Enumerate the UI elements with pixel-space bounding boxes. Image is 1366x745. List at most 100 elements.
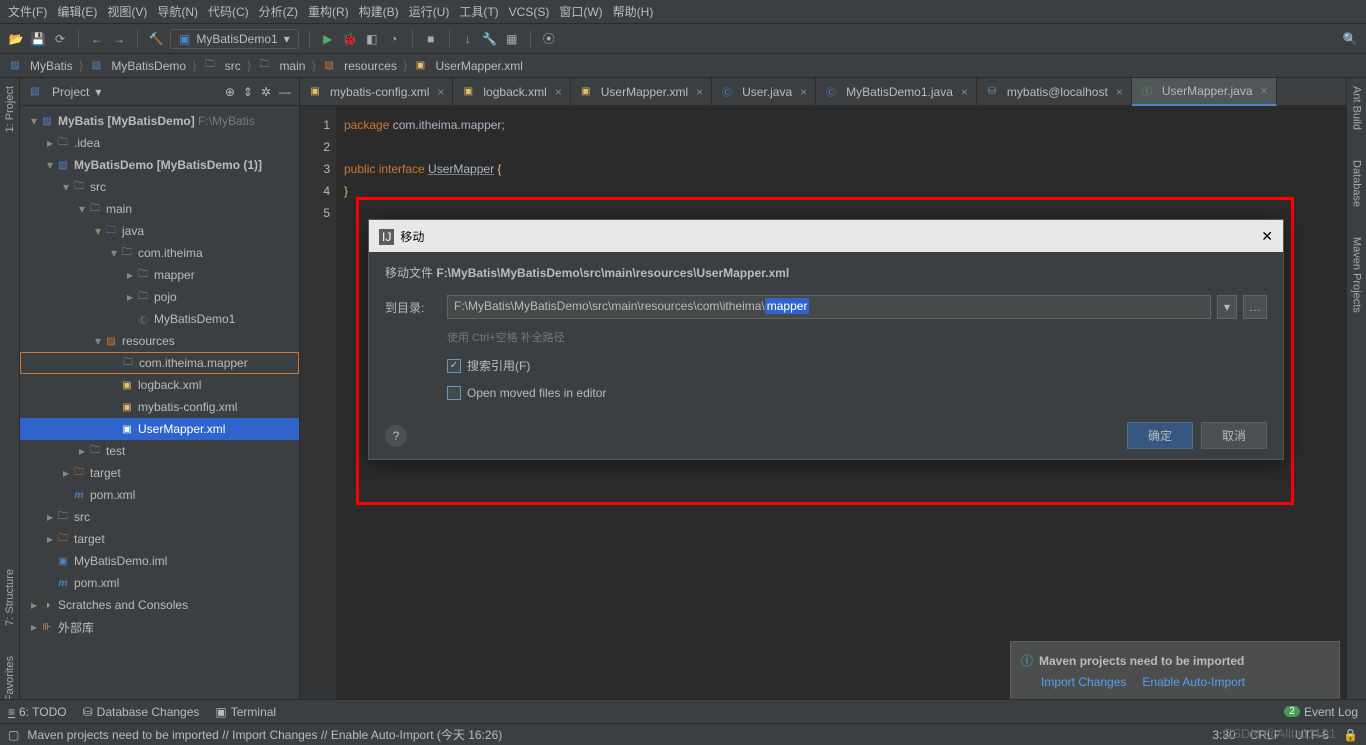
bc-root[interactable]: ▧MyBatis (8, 59, 73, 73)
dest-dropdown[interactable]: ▾ (1217, 295, 1237, 319)
tool-maven[interactable]: Maven Projects (1351, 237, 1363, 313)
menu-vcs[interactable]: VCS(S) (509, 5, 550, 19)
tree-pojo[interactable]: ▸🗀pojo (20, 286, 299, 308)
target-icon[interactable]: ⊕ (225, 85, 235, 99)
vcs-update-icon[interactable]: ↓ (460, 31, 476, 47)
tree-src[interactable]: ▾🗀src (20, 176, 299, 198)
checkbox-icon[interactable] (447, 359, 461, 373)
tree-pom2[interactable]: mpom.xml (20, 572, 299, 594)
tab-usermapper-xml[interactable]: ▣UserMapper.xml× (571, 78, 712, 106)
project-tree[interactable]: ▾▧MyBatis [MyBatisDemo] F:\MyBatis ▸🗀.id… (20, 106, 299, 721)
dest-input[interactable]: F:\MyBatis\MyBatisDemo\src\main\resource… (447, 295, 1211, 319)
close-icon[interactable]: × (1116, 85, 1123, 99)
menu-edit[interactable]: 编辑(E) (57, 3, 97, 20)
profile-icon[interactable]: ◔ (386, 31, 402, 47)
close-icon[interactable]: × (696, 85, 703, 99)
ok-button[interactable]: 确定 (1127, 422, 1193, 449)
coverage-icon[interactable]: ◧ (364, 31, 380, 47)
hide-icon[interactable]: — (279, 85, 291, 99)
menu-build[interactable]: 构建(B) (359, 3, 399, 20)
tree-logback[interactable]: ▣logback.xml (20, 374, 299, 396)
tree-scratch[interactable]: ▸◑Scratches and Consoles (20, 594, 299, 616)
enable-auto-import-link[interactable]: Enable Auto-Import (1142, 675, 1245, 689)
menu-code[interactable]: 代码(C) (208, 3, 249, 20)
chk-search-refs[interactable]: 搜索引用(F) (447, 357, 1267, 374)
help-icon[interactable]: ? (385, 425, 407, 447)
tree-main[interactable]: ▾🗀main (20, 198, 299, 220)
tree-mapper-pkg[interactable]: 🗀com.itheima.mapper (20, 352, 299, 374)
tree-idea[interactable]: ▸🗀.idea (20, 132, 299, 154)
menu-analyze[interactable]: 分析(Z) (259, 3, 298, 20)
tool-todo[interactable]: ≡ 6: TODO (8, 705, 67, 719)
tree-pkg[interactable]: ▾🗀com.itheima (20, 242, 299, 264)
status-icon[interactable]: ▢ (8, 728, 19, 742)
menu-window[interactable]: 窗口(W) (559, 3, 602, 20)
event-log[interactable]: 2 Event Log (1284, 705, 1358, 719)
tree-pom1[interactable]: mpom.xml (20, 484, 299, 506)
tab-usermapper-java[interactable]: ⒾUserMapper.java× (1132, 78, 1277, 106)
tool-database[interactable]: Database (1351, 160, 1363, 207)
tree-usermapper[interactable]: ▣UserMapper.xml (20, 418, 299, 440)
run-config-select[interactable]: ▣ MyBatisDemo1 ▾ (170, 29, 299, 49)
tab-db[interactable]: ⛁mybatis@localhost× (977, 78, 1132, 106)
tree-root[interactable]: ▾▧MyBatis [MyBatisDemo] F:\MyBatis (20, 110, 299, 132)
tool-project[interactable]: 1: Project (4, 86, 16, 132)
menu-help[interactable]: 帮助(H) (613, 3, 654, 20)
close-icon[interactable]: × (1261, 84, 1268, 98)
save-icon[interactable]: 💾 (30, 31, 46, 47)
tool-terminal[interactable]: ▣ Terminal (215, 705, 276, 719)
chevron-down-icon[interactable]: ▾ (95, 85, 101, 99)
menu-view[interactable]: 视图(V) (107, 3, 147, 20)
bc-2[interactable]: 🗀src (203, 59, 241, 73)
project-structure-icon[interactable]: ▦ (504, 31, 520, 47)
tree-resources[interactable]: ▾▧resources (20, 330, 299, 352)
menu-refactor[interactable]: 重构(R) (308, 3, 349, 20)
debug-icon[interactable]: 🐞 (342, 31, 358, 47)
tree-java[interactable]: ▾🗀java (20, 220, 299, 242)
back-icon[interactable]: ← (89, 31, 105, 47)
checkbox-icon[interactable] (447, 386, 461, 400)
collapse-icon[interactable]: ⇕ (243, 85, 253, 99)
tool-structure[interactable]: 7: Structure (4, 569, 16, 626)
chk-open-moved[interactable]: Open moved files in editor (447, 386, 1267, 400)
tree-extlib[interactable]: ▸⊪外部库 (20, 616, 299, 638)
menu-run[interactable]: 运行(U) (409, 3, 450, 20)
bc-5[interactable]: ▣UserMapper.xml (414, 59, 523, 73)
tool-db-changes[interactable]: ⛁ Database Changes (83, 705, 200, 719)
tab-logback[interactable]: ▣logback.xml× (453, 78, 570, 106)
tab-user-java[interactable]: ⒸUser.java× (712, 78, 816, 106)
tree-demo1[interactable]: ⒸMyBatisDemo1 (20, 308, 299, 330)
search-icon[interactable]: 🔍 (1342, 31, 1358, 47)
tab-mybatis-config[interactable]: ▣mybatis-config.xml× (300, 78, 453, 106)
refresh-icon[interactable]: ⟳ (52, 31, 68, 47)
tree-demo[interactable]: ▾▧MyBatisDemo [MyBatisDemo (1)] (20, 154, 299, 176)
forward-icon[interactable]: → (111, 31, 127, 47)
tree-target1[interactable]: ▸🗀target (20, 462, 299, 484)
close-icon[interactable]: × (555, 85, 562, 99)
gear-icon[interactable]: ✲ (261, 85, 271, 99)
menu-file[interactable]: 文件(F) (8, 3, 47, 20)
bc-1[interactable]: ▧MyBatisDemo (89, 59, 186, 73)
cancel-button[interactable]: 取消 (1201, 422, 1267, 449)
bc-3[interactable]: 🗀main (257, 59, 305, 73)
tree-iml[interactable]: ▣MyBatisDemo.iml (20, 550, 299, 572)
menu-tools[interactable]: 工具(T) (459, 3, 498, 20)
import-changes-link[interactable]: Import Changes (1041, 675, 1126, 689)
dest-browse[interactable]: … (1243, 295, 1267, 319)
close-icon[interactable]: × (961, 85, 968, 99)
search-everywhere-icon[interactable]: ⦿ (541, 31, 557, 47)
close-icon[interactable]: ✕ (1261, 228, 1273, 245)
tree-mybatis-cfg[interactable]: ▣mybatis-config.xml (20, 396, 299, 418)
tree-test[interactable]: ▸🗀test (20, 440, 299, 462)
close-icon[interactable]: × (437, 85, 444, 99)
bc-4[interactable]: ▧resources (322, 59, 397, 73)
menu-navigate[interactable]: 导航(N) (157, 3, 198, 20)
close-icon[interactable]: × (800, 85, 807, 99)
tree-src2[interactable]: ▸🗀src (20, 506, 299, 528)
lock-icon[interactable]: 🔒 (1343, 728, 1358, 742)
tree-mapper[interactable]: ▸🗀mapper (20, 264, 299, 286)
open-icon[interactable]: 📂 (8, 31, 24, 47)
tab-demo1-java[interactable]: ⒸMyBatisDemo1.java× (816, 78, 977, 106)
tree-target2[interactable]: ▸🗀target (20, 528, 299, 550)
settings-icon[interactable]: 🔧 (482, 31, 498, 47)
